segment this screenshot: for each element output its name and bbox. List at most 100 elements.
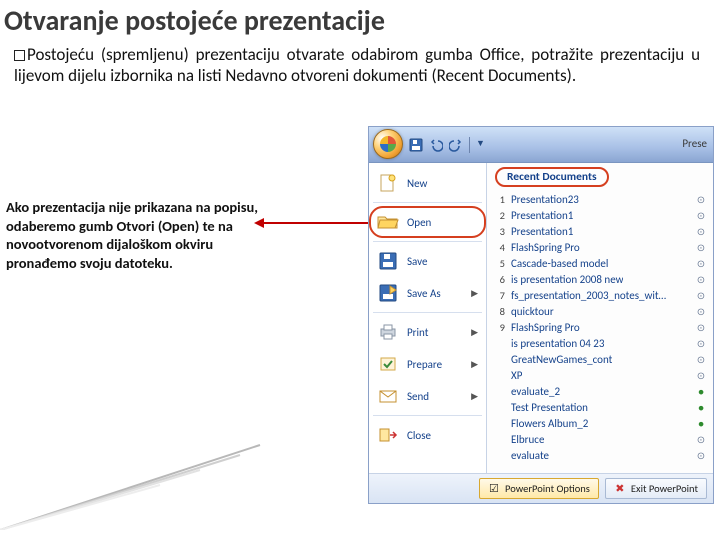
send-icon bbox=[375, 385, 401, 407]
pin-icon[interactable]: ● bbox=[695, 417, 707, 429]
recent-doc-name: Elbruce bbox=[511, 433, 544, 446]
recent-doc-name: evaluate_2 bbox=[511, 385, 560, 398]
callout-arrow-icon bbox=[262, 222, 370, 224]
pin-icon[interactable]: ⊙ bbox=[695, 369, 707, 381]
pin-icon[interactable]: ⊙ bbox=[695, 321, 707, 333]
recent-documents-list: 1Presentation23⊙2Presentation1⊙3Presenta… bbox=[495, 191, 707, 463]
office-menu-screenshot: ▼ Prese New Open Save Save As ▶ bbox=[368, 126, 714, 504]
recent-doc-item[interactable]: 8quicktour⊙ bbox=[495, 303, 707, 319]
recent-doc-item[interactable]: 6 is presentation 2008 new ⊙ bbox=[495, 271, 707, 287]
exit-icon: ✖ bbox=[614, 483, 626, 495]
recent-doc-name: GreatNewGames_cont bbox=[511, 353, 612, 366]
pin-icon[interactable]: ⊙ bbox=[695, 193, 707, 205]
recent-documents-pane: Recent Documents 1 Presentation23 ⊙ 2 Presen… bbox=[487, 163, 713, 473]
recent-doc-name: is presentation 04 23 bbox=[511, 337, 604, 350]
recent-doc-number: 6 bbox=[495, 273, 505, 286]
recent-doc-item[interactable]: evaluate⊙ bbox=[495, 447, 707, 463]
pin-icon[interactable]: ● bbox=[695, 401, 707, 413]
decorative-lines bbox=[0, 430, 280, 530]
qat-undo-icon[interactable] bbox=[429, 138, 443, 152]
exit-button[interactable]: ✖ Exit PowerPoint bbox=[605, 478, 707, 499]
recent-doc-item[interactable]: Elbruce ⊙ bbox=[495, 431, 707, 447]
submenu-arrow-icon: ▶ bbox=[471, 359, 478, 370]
office-left-pane: New Open Save Save As ▶ Print ▶ bbox=[369, 163, 487, 473]
recent-doc-item[interactable]: 1 Presentation23 ⊙ bbox=[495, 191, 707, 207]
new-icon bbox=[375, 172, 401, 194]
menu-item-save-as[interactable]: Save As ▶ bbox=[369, 277, 486, 309]
qat-redo-icon[interactable] bbox=[449, 138, 463, 152]
submenu-arrow-icon: ▶ bbox=[471, 391, 478, 402]
recent-doc-number: 3 bbox=[495, 225, 505, 238]
menu-item-send[interactable]: Send ▶ bbox=[369, 380, 486, 412]
recent-doc-number: 2 bbox=[495, 209, 505, 222]
menu-item-print[interactable]: Print ▶ bbox=[369, 316, 486, 348]
ribbon-tab-label: Prese bbox=[682, 137, 707, 150]
qat-separator bbox=[469, 137, 470, 153]
pin-icon[interactable]: ⊙ bbox=[695, 273, 707, 285]
prepare-icon bbox=[375, 353, 401, 375]
recent-doc-name: Flowers Album_2 bbox=[511, 417, 588, 430]
menu-item-close[interactable]: Close bbox=[369, 419, 486, 451]
recent-doc-item[interactable]: 2 Presentation1 ⊙ bbox=[495, 207, 707, 223]
side-note: Ako prezentacija nije prikazana na popis… bbox=[6, 198, 261, 272]
pin-icon[interactable]: ⊙ bbox=[695, 241, 707, 253]
options-label: PowerPoint Options bbox=[505, 482, 590, 495]
recent-doc-item[interactable]: 7fs_presentation_2003_notes_with_sound1⊙ bbox=[495, 287, 707, 303]
recent-doc-name: Test Presentation bbox=[511, 401, 588, 414]
recent-doc-number: 1 bbox=[495, 193, 505, 206]
recent-doc-item[interactable]: 3Presentation1⊙ bbox=[495, 223, 707, 239]
recent-doc-item[interactable]: is presentation 04 23 ⊙ bbox=[495, 335, 707, 351]
printer-icon bbox=[375, 321, 401, 343]
pin-icon[interactable]: ⊙ bbox=[695, 289, 707, 301]
menu-label-new: New bbox=[407, 177, 427, 190]
recent-doc-name: is presentation 2008 new bbox=[511, 273, 623, 286]
body-rest: (spremljenu) prezentaciju otvarate odabi… bbox=[14, 44, 700, 86]
recent-doc-name: FlashSpring Pro bbox=[511, 241, 580, 254]
menu-item-new[interactable]: New bbox=[369, 167, 486, 199]
pin-icon[interactable]: ● bbox=[695, 385, 707, 397]
menu-item-prepare[interactable]: Prepare ▶ bbox=[369, 348, 486, 380]
menu-label-save: Save bbox=[407, 255, 427, 268]
menu-item-open[interactable]: Open bbox=[369, 206, 486, 238]
recent-doc-number: 5 bbox=[495, 257, 505, 270]
powerpoint-options-button[interactable]: ☑ PowerPoint Options bbox=[479, 478, 599, 499]
pin-icon[interactable]: ⊙ bbox=[695, 225, 707, 237]
recent-doc-number: 9 bbox=[495, 321, 505, 334]
qat-dropdown-icon[interactable]: ▼ bbox=[476, 138, 490, 152]
slide-title: Otvaranje postojeće prezentacije bbox=[0, 0, 720, 43]
recent-doc-item[interactable]: GreatNewGames_cont ⊙ bbox=[495, 351, 707, 367]
office-button-icon[interactable] bbox=[373, 129, 403, 159]
pin-icon[interactable]: ⊙ bbox=[695, 353, 707, 365]
menu-item-save[interactable]: Save bbox=[369, 245, 486, 277]
recent-doc-item[interactable]: evaluate_2 ● bbox=[495, 383, 707, 399]
pin-icon[interactable]: ⊙ bbox=[695, 449, 707, 461]
recent-doc-item[interactable]: XP⊙ bbox=[495, 367, 707, 383]
quick-access-toolbar[interactable]: ▼ bbox=[409, 135, 490, 155]
office-menu-footer: ☑ PowerPoint Options ✖ Exit PowerPoint bbox=[369, 473, 713, 503]
recent-doc-number: 8 bbox=[495, 305, 505, 318]
recent-doc-name: Cascade-based model bbox=[511, 257, 608, 270]
pin-icon[interactable]: ⊙ bbox=[695, 337, 707, 349]
menu-label-save-as: Save As bbox=[407, 287, 441, 300]
pin-icon[interactable]: ⊙ bbox=[695, 433, 707, 445]
options-icon: ☑ bbox=[488, 483, 500, 495]
recent-doc-item[interactable]: Test Presentation ● bbox=[495, 399, 707, 415]
recent-doc-name: Presentation1 bbox=[511, 209, 573, 222]
bullet-box-icon bbox=[14, 50, 25, 61]
menu-label-print: Print bbox=[407, 326, 428, 339]
pin-icon[interactable]: ⊙ bbox=[695, 257, 707, 269]
pin-icon[interactable]: ⊙ bbox=[695, 305, 707, 317]
recent-doc-item[interactable]: 9 FlashSpring Pro ⊙ bbox=[495, 319, 707, 335]
recent-doc-name: FlashSpring Pro bbox=[511, 321, 580, 334]
recent-doc-item[interactable]: 4FlashSpring Pro⊙ bbox=[495, 239, 707, 255]
qat-save-icon[interactable] bbox=[409, 138, 423, 152]
recent-documents-header: Recent Documents bbox=[495, 167, 609, 187]
pin-icon[interactable]: ⊙ bbox=[695, 209, 707, 221]
menu-label-prepare: Prepare bbox=[407, 358, 442, 371]
save-as-icon bbox=[375, 282, 401, 304]
folder-open-icon bbox=[375, 211, 401, 233]
recent-doc-item[interactable]: 5 Cascade-based model ⊙ bbox=[495, 255, 707, 271]
save-icon bbox=[375, 250, 401, 272]
recent-doc-item[interactable]: Flowers Album_2 ● bbox=[495, 415, 707, 431]
recent-doc-name: Presentation23 bbox=[511, 193, 579, 206]
